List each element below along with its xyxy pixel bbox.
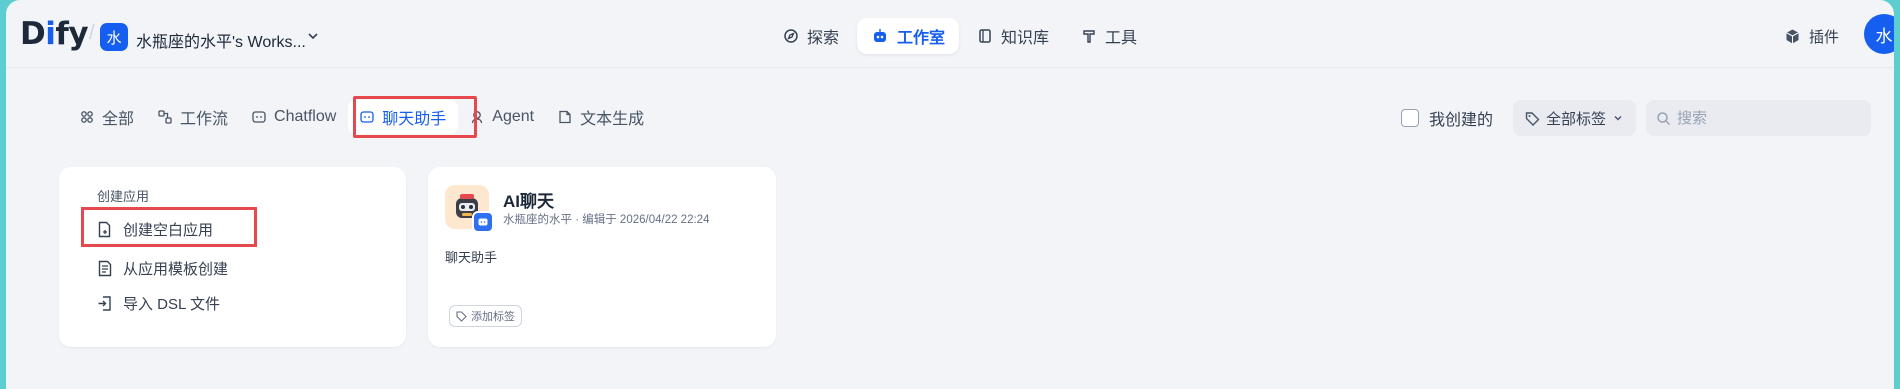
app-window: Dify / 水 水瓶座的水平's Works... 探索 工作室 知识库 工具 — [6, 0, 1894, 389]
app-name[interactable]: AI聊天 — [503, 187, 554, 212]
nav-explore[interactable]: 探索 — [769, 18, 853, 54]
app-edited-time: 编辑于 2026/04/22 22:24 — [582, 214, 710, 226]
tab-chatflow-label: Chatflow — [274, 108, 337, 125]
create-app-title: 创建应用 — [97, 189, 150, 204]
nav-explore-label: 探索 — [807, 30, 840, 47]
robot-icon — [874, 29, 887, 42]
cube-icon — [1786, 29, 1799, 44]
nav-tools-label: 工具 — [1105, 30, 1138, 47]
chevron-down-icon — [1614, 116, 1622, 121]
create-from-template-label: 从应用模板创建 — [123, 261, 229, 278]
workflow-icon — [158, 110, 172, 124]
app-meta: 水瓶座的水平 · 编辑于 2026/04/22 22:24 — [503, 214, 710, 226]
tab-all-label: 全部 — [102, 111, 135, 128]
create-blank-app-label: 创建空白应用 — [123, 222, 214, 239]
create-app-card: 创建应用 创建空白应用 从应用模板创建 导入 DSL 文件 — [59, 167, 406, 347]
chatflow-icon — [252, 111, 266, 123]
user-avatar[interactable]: 水 — [1864, 14, 1894, 54]
created-by-me-label[interactable]: 我创建的 — [1429, 106, 1493, 130]
app-type-tabs: 全部 工作流 Chatflow 聊天助手 Agent 文本生成 — [68, 100, 656, 134]
import-icon — [98, 296, 111, 311]
nav-knowledge-label: 知识库 — [1001, 30, 1050, 47]
tag-filter-dropdown[interactable]: 全部标签 — [1513, 100, 1637, 136]
search-input[interactable] — [1677, 109, 1858, 127]
created-by-me-checkbox[interactable] — [1401, 109, 1419, 127]
filters-bar: 我创建的 全部标签 — [1401, 100, 1872, 136]
dify-logo[interactable]: Dify — [20, 16, 89, 52]
create-from-template-button[interactable]: 从应用模板创建 — [97, 258, 228, 279]
tab-all[interactable]: 全部 — [68, 100, 146, 134]
tab-chatbot-label: 聊天助手 — [382, 111, 447, 128]
grid-icon — [81, 111, 93, 123]
chevron-down-icon[interactable] — [306, 29, 320, 43]
tab-completion[interactable]: 文本生成 — [546, 100, 656, 134]
main-nav: 探索 工作室 知识库 工具 — [769, 18, 1151, 54]
tag-filter-label: 全部标签 — [1546, 110, 1607, 128]
tab-agent[interactable]: Agent — [458, 100, 546, 134]
hammer-icon — [1083, 30, 1095, 43]
new-file-icon — [98, 221, 111, 238]
agent-icon — [472, 111, 483, 124]
plugins-label: 插件 — [1809, 29, 1840, 46]
nav-studio[interactable]: 工作室 — [857, 18, 960, 54]
tab-completion-label: 文本生成 — [580, 111, 645, 128]
search-icon — [1657, 111, 1671, 125]
tab-workflow-label: 工作流 — [180, 111, 229, 128]
import-dsl-button[interactable]: 导入 DSL 文件 — [97, 293, 220, 314]
app-card[interactable]: AI聊天 水瓶座的水平 · 编辑于 2026/04/22 22:24 聊天助手 … — [428, 167, 776, 347]
chatbot-badge-icon — [472, 211, 494, 233]
app-description: 聊天助手 — [445, 250, 498, 265]
tag-icon — [456, 310, 467, 322]
top-header: Dify / 水 水瓶座的水平's Works... 探索 工作室 知识库 工具 — [6, 0, 1894, 68]
workspace-avatar[interactable]: 水 — [100, 23, 128, 51]
nav-studio-label: 工作室 — [897, 30, 946, 47]
template-icon — [98, 260, 112, 277]
book-icon — [979, 29, 991, 43]
tab-workflow[interactable]: 工作流 — [146, 100, 240, 134]
nav-tools[interactable]: 工具 — [1067, 18, 1151, 54]
app-author: 水瓶座的水平 — [503, 214, 572, 226]
plugins-button[interactable]: 插件 — [1784, 26, 1839, 47]
tab-agent-label: Agent — [492, 108, 535, 125]
breadcrumb-divider: / — [89, 22, 95, 44]
chat-bot-icon — [360, 111, 374, 123]
workspace-name[interactable]: 水瓶座的水平's Works... — [136, 28, 306, 52]
add-tag-label: 添加标签 — [471, 311, 515, 323]
tab-chatflow[interactable]: Chatflow — [240, 100, 348, 134]
add-tag-button[interactable]: 添加标签 — [449, 305, 522, 327]
compass-icon — [784, 29, 798, 43]
import-dsl-label: 导入 DSL 文件 — [123, 296, 220, 313]
search-box[interactable] — [1646, 100, 1872, 136]
create-blank-app-button[interactable]: 创建空白应用 — [97, 219, 213, 240]
tab-chatbot[interactable]: 聊天助手 — [348, 100, 459, 134]
document-icon — [559, 110, 571, 124]
tag-icon — [1525, 111, 1540, 126]
nav-knowledge[interactable]: 知识库 — [963, 18, 1063, 54]
